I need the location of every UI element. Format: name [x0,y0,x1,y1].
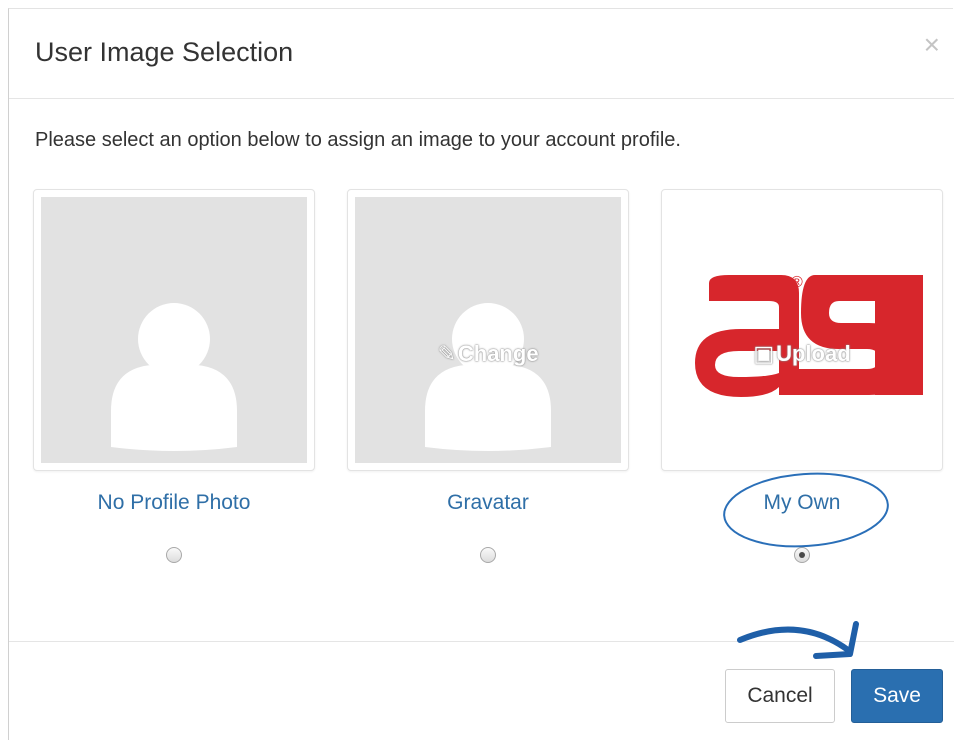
overlay-text: Change [457,341,539,366]
dialog-header: User Image Selection × [9,9,954,99]
registered-mark: ® [791,274,803,291]
gravatar-image: ✎Change [355,197,621,463]
option-label[interactable]: No Profile Photo [33,491,315,515]
thumbnail-frame[interactable] [33,189,315,471]
user-image-dialog: User Image Selection × Please select an … [8,8,954,740]
option-label[interactable]: My Own [661,491,943,515]
save-button[interactable]: Save [851,669,943,723]
radio-no-profile-photo[interactable] [166,547,182,563]
asi-logo: ® [695,274,923,397]
user-silhouette-icon [111,303,237,451]
upload-overlay[interactable]: ▣Upload [669,341,935,367]
change-overlay[interactable]: ✎Change [355,341,621,367]
placeholder-image [41,197,307,463]
pencil-icon: ✎ [437,341,456,366]
overlay-text: Upload [776,341,851,366]
intro-text: Please select an option below to assign … [35,129,681,151]
option-label[interactable]: Gravatar [347,491,629,515]
option-my-own: ® ▣Upload My Own [661,189,943,568]
option-gravatar: ✎Change Gravatar [347,189,629,568]
radio-gravatar[interactable] [480,547,496,563]
close-icon[interactable]: × [924,31,940,59]
footer-divider [9,641,954,642]
dialog-title: User Image Selection [35,37,294,67]
uploaded-image: ® ▣Upload [669,197,935,463]
radio-my-own[interactable] [794,547,810,563]
user-silhouette-icon [425,303,551,451]
thumbnail-frame[interactable]: ® ▣Upload [661,189,943,471]
picture-icon: ▣ [753,341,775,366]
thumbnail-frame[interactable]: ✎Change [347,189,629,471]
cancel-button[interactable]: Cancel [725,669,835,723]
option-no-profile-photo: No Profile Photo [33,189,315,568]
